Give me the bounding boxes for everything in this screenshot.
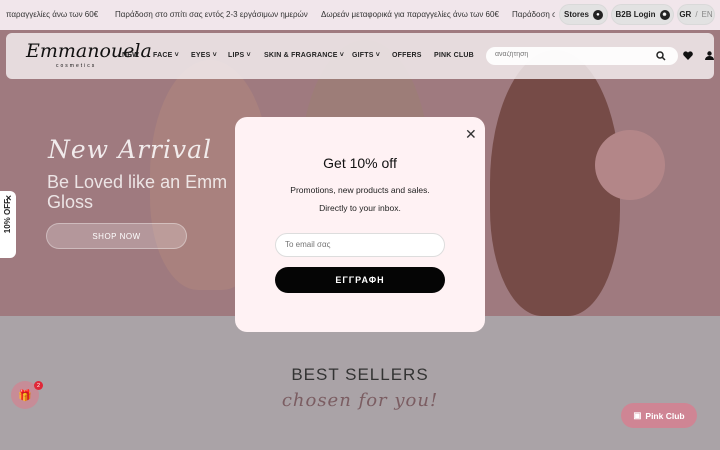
b2b-login-button[interactable]: B2B Login ☻ bbox=[612, 5, 673, 24]
announcement-text: Δωρεάν μεταφορικά για παραγγελίες άνω τω… bbox=[321, 10, 499, 19]
shop-now-button[interactable]: SHOP NOW bbox=[46, 223, 187, 249]
nav-item-offers[interactable]: OFFERS bbox=[392, 52, 422, 59]
nav-item-skin-fragrance[interactable]: SKIN & FRAGRANCE ˅ bbox=[264, 52, 344, 59]
popup-text-line1: Promotions, new products and sales. bbox=[290, 185, 430, 195]
announcement-bar: παραγγελίες άνω των 60€ Παράδοση στο σπί… bbox=[0, 0, 720, 30]
pink-club-label: Pink Club bbox=[645, 410, 685, 421]
section-title: BEST SELLERS bbox=[291, 365, 429, 384]
chevron-down-icon: ˅ bbox=[246, 52, 251, 59]
gift-icon: ▣ bbox=[633, 410, 642, 420]
search-icon[interactable] bbox=[656, 51, 666, 61]
b2b-login-label: B2B Login bbox=[615, 10, 656, 19]
nav-item-eyes[interactable]: EYES ˅ bbox=[191, 52, 217, 59]
wishlist-heart-icon[interactable] bbox=[683, 51, 693, 60]
lang-gr[interactable]: GR bbox=[679, 10, 691, 19]
stores-button[interactable]: Stores ● bbox=[560, 5, 607, 24]
nav-item-label: LIPS bbox=[228, 52, 245, 59]
user-icon: ☻ bbox=[659, 9, 670, 20]
lang-separator: / bbox=[695, 10, 698, 19]
hero-headline: Be Loved like an Emm Gloss bbox=[47, 172, 228, 212]
subscribe-button[interactable]: ΕΓΓΡΑΦΗ bbox=[275, 267, 445, 293]
email-input[interactable] bbox=[285, 240, 435, 249]
nav-item-lips[interactable]: LIPS ˅ bbox=[228, 52, 251, 59]
announcement-text: Παράδοση στο σπίτι σας εντός 2-3 εργάσιμ… bbox=[115, 10, 308, 19]
brand-logo-subtitle: cosmetics bbox=[56, 63, 97, 69]
language-switcher[interactable]: GR / EN bbox=[678, 5, 714, 24]
close-icon[interactable]: ✕ bbox=[4, 193, 13, 202]
popup-title: Get 10% off bbox=[323, 155, 397, 171]
hero-script-title: New Arrival bbox=[48, 135, 212, 164]
nav-item-label: GIFTS bbox=[352, 52, 374, 59]
lang-en[interactable]: EN bbox=[702, 10, 713, 19]
chevron-down-icon: ˅ bbox=[375, 52, 381, 59]
nav-item-pink-club[interactable]: PINK CLUB bbox=[434, 52, 474, 59]
search-box[interactable] bbox=[486, 47, 678, 65]
nav-item-label: EYES bbox=[191, 52, 211, 59]
chevron-down-icon: ˅ bbox=[339, 52, 345, 59]
main-navigation: Emmanouela cosmetics NEW FACE ˅ EYES ˅ L… bbox=[6, 33, 714, 79]
account-user-icon[interactable] bbox=[705, 51, 714, 60]
pink-club-button[interactable]: ▣ Pink Club bbox=[621, 403, 697, 428]
nav-item-label: SKIN & FRAGRANCE bbox=[264, 52, 338, 59]
close-icon[interactable]: ✕ bbox=[465, 126, 477, 143]
popup-text-line2: Directly to your inbox. bbox=[319, 203, 401, 213]
newsletter-popup: ✕ Get 10% off Promotions, new products a… bbox=[235, 117, 485, 332]
email-field[interactable] bbox=[275, 233, 445, 257]
gift-icon: 🎁 bbox=[18, 389, 32, 402]
stores-label: Stores bbox=[564, 10, 589, 19]
nav-item-label: FACE bbox=[153, 52, 173, 59]
nav-item-face[interactable]: FACE ˅ bbox=[153, 52, 179, 59]
nav-item-new[interactable]: NEW bbox=[122, 52, 139, 59]
discount-side-tab[interactable]: 10% OFF ✕ bbox=[0, 191, 16, 258]
announcement-text: Παράδοση στ bbox=[512, 10, 555, 19]
discount-side-tab-label: 10% OFF bbox=[3, 199, 12, 234]
nav-item-gifts[interactable]: GIFTS ˅ bbox=[352, 52, 380, 59]
section-subtitle: chosen for you! bbox=[281, 390, 439, 411]
gift-count-badge: 2 bbox=[34, 381, 43, 390]
map-pin-icon: ● bbox=[592, 9, 603, 20]
announcement-text: παραγγελίες άνω των 60€ bbox=[6, 10, 99, 19]
announcement-ticker: παραγγελίες άνω των 60€ Παράδοση στο σπί… bbox=[0, 0, 555, 30]
chevron-down-icon: ˅ bbox=[212, 52, 217, 59]
chevron-down-icon: ˅ bbox=[174, 52, 179, 59]
search-input[interactable] bbox=[495, 51, 645, 58]
